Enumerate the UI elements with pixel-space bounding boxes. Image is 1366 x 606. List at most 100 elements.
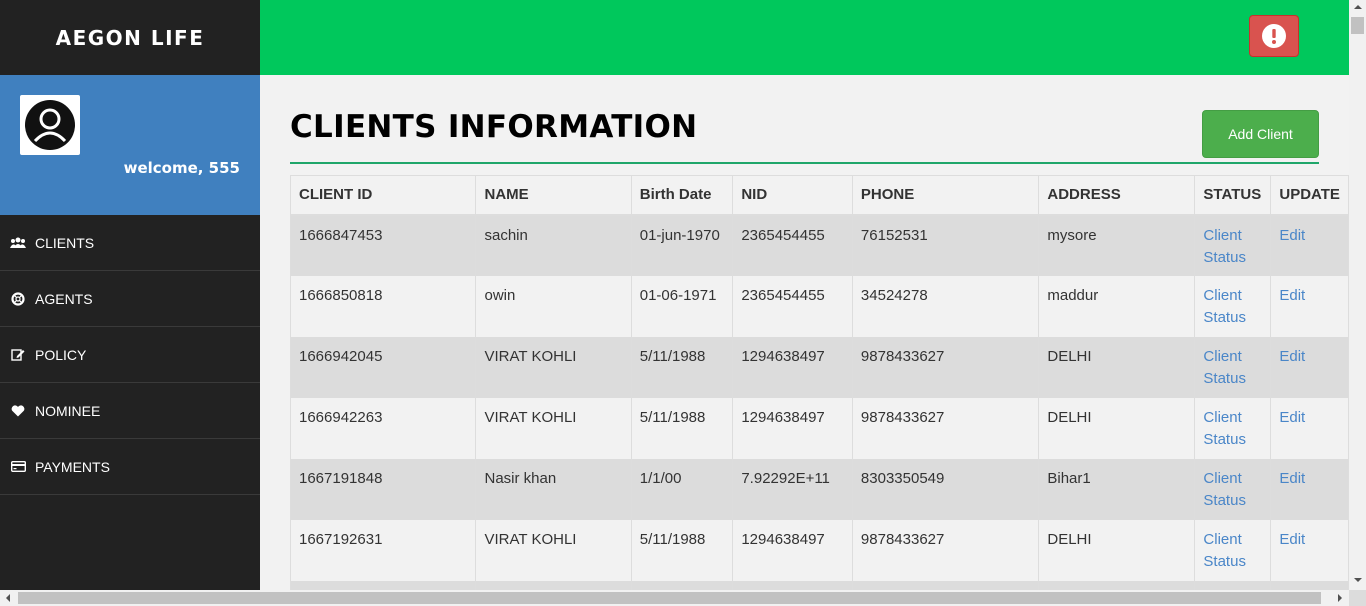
alert-button[interactable] bbox=[1249, 15, 1299, 57]
header-phone: PHONE bbox=[851, 175, 1040, 216]
heart-icon bbox=[10, 404, 26, 418]
edit-link[interactable]: Edit bbox=[1279, 348, 1305, 365]
sidebar-item-clients[interactable]: CLIENTS bbox=[0, 215, 260, 271]
header-birth-date: Birth Date bbox=[630, 175, 734, 216]
cell-name: sachin bbox=[475, 214, 632, 276]
cell-phone: 9878433627 bbox=[851, 336, 1040, 398]
cell-address: DELHI bbox=[1038, 336, 1196, 398]
cell-name: Nasir khan bbox=[475, 458, 632, 520]
client-status-link[interactable]: Client Status bbox=[1203, 470, 1246, 509]
cell-phone: 34524278 bbox=[851, 275, 1040, 337]
page-title: CLIENTS INFORMATION bbox=[290, 109, 698, 145]
table-row: 1667191848 Nasir khan 1/1/00 7.92292E+11… bbox=[289, 458, 1349, 520]
credit-card-icon bbox=[10, 460, 26, 474]
cell-name: VIRAT KOHLI bbox=[475, 336, 632, 398]
cell-phone: 9878433627 bbox=[851, 519, 1040, 581]
users-icon bbox=[10, 236, 26, 250]
header-update: UPDATE bbox=[1270, 175, 1349, 216]
user-avatar-icon bbox=[25, 100, 75, 150]
client-status-link[interactable]: Client Status bbox=[1203, 348, 1246, 387]
sidebar-item-policy[interactable]: POLICY bbox=[0, 327, 260, 383]
cell-address: DELHI bbox=[1038, 397, 1196, 459]
cell-client-id: 1666850818 bbox=[289, 275, 477, 337]
scroll-down-arrow-icon[interactable] bbox=[1354, 578, 1362, 582]
edit-link[interactable]: Edit bbox=[1279, 531, 1305, 548]
exclamation-circle-icon bbox=[1262, 24, 1286, 48]
header-nid: NID bbox=[732, 175, 853, 216]
scroll-up-arrow-icon[interactable] bbox=[1354, 5, 1362, 9]
cell-phone: 8303350549 bbox=[851, 458, 1040, 520]
table-header-row: CLIENT ID NAME Birth Date NID PHONE ADDR… bbox=[289, 175, 1349, 216]
edit-link[interactable]: Edit bbox=[1279, 470, 1305, 487]
cell-birth-date: 01-jun-1970 bbox=[630, 214, 734, 276]
header-status: STATUS bbox=[1194, 175, 1272, 216]
cell-birth-date: 5/11/1988 bbox=[630, 397, 734, 459]
cell-birth-date: 01-06-1971 bbox=[630, 275, 734, 337]
client-status-link[interactable]: Client Status bbox=[1203, 227, 1246, 266]
vertical-scroll-thumb[interactable] bbox=[1351, 17, 1364, 34]
sidebar-item-label: POLICY bbox=[35, 346, 87, 363]
edit-icon bbox=[10, 348, 26, 362]
cell-client-id: 1667192631 bbox=[289, 519, 477, 581]
table-row: 1666942263 VIRAT KOHLI 5/11/1988 1294638… bbox=[289, 397, 1349, 459]
edit-link[interactable]: Edit bbox=[1279, 409, 1305, 426]
clients-table: CLIENT ID NAME Birth Date NID PHONE ADDR… bbox=[289, 175, 1349, 590]
table-row: 1666847453 sachin 01-jun-1970 2365454455… bbox=[289, 214, 1349, 276]
cell-nid: 2365454455 bbox=[732, 275, 853, 337]
client-status-link[interactable]: Client Status bbox=[1203, 531, 1246, 570]
profile-panel: welcome, 555 bbox=[0, 75, 260, 215]
add-client-button[interactable]: Add Client bbox=[1202, 110, 1319, 158]
client-status-link[interactable]: Client Status bbox=[1203, 287, 1246, 326]
header-client-id: CLIENT ID bbox=[289, 175, 477, 216]
cell-address: mysore bbox=[1038, 214, 1196, 276]
table-row: 1667192631 VIRAT KOHLI 5/11/1988 1294638… bbox=[289, 519, 1349, 581]
brand-title[interactable]: AEGON LIFE bbox=[0, 0, 260, 75]
cell-nid: 2365454455 bbox=[732, 214, 853, 276]
cell-nid: 1294638497 bbox=[732, 397, 853, 459]
header-address: ADDRESS bbox=[1038, 175, 1196, 216]
edit-link[interactable]: Edit bbox=[1279, 227, 1305, 244]
edit-link[interactable]: Edit bbox=[1279, 287, 1305, 304]
table-row: 1666850818 owin 01-06-1971 2365454455 34… bbox=[289, 275, 1349, 337]
cell-client-id: 1667191848 bbox=[289, 458, 477, 520]
cell-name: VIRAT KOHLI bbox=[475, 397, 632, 459]
sidebar-item-label: PAYMENTS bbox=[35, 458, 110, 475]
sidebar-item-agents[interactable]: AGENTS bbox=[0, 271, 260, 327]
title-divider bbox=[290, 162, 1319, 164]
sidebar: AEGON LIFE welcome, 555 CLIENTS AGENTS P… bbox=[0, 0, 260, 590]
cell-nid: 1294638497 bbox=[732, 336, 853, 398]
cell-name: owin bbox=[475, 275, 632, 337]
client-status-link[interactable]: Client Status bbox=[1203, 409, 1246, 448]
sidebar-item-payments[interactable]: PAYMENTS bbox=[0, 439, 260, 495]
cell-client-id: 1666847453 bbox=[289, 214, 477, 276]
sidebar-item-label: CLIENTS bbox=[35, 234, 95, 251]
scroll-right-arrow-icon[interactable] bbox=[1338, 594, 1342, 602]
sidebar-item-label: AGENTS bbox=[35, 290, 93, 307]
sidebar-item-label: NOMINEE bbox=[35, 402, 101, 419]
cell-birth-date: 5/11/1988 bbox=[630, 336, 734, 398]
scroll-left-arrow-icon[interactable] bbox=[6, 594, 10, 602]
life-ring-icon bbox=[10, 291, 26, 306]
cell-nid: 1294638497 bbox=[732, 519, 853, 581]
cell-address: DELHI bbox=[1038, 519, 1196, 581]
vertical-scrollbar[interactable] bbox=[1349, 0, 1366, 590]
cell-phone: 76152531 bbox=[851, 214, 1040, 276]
header-name: NAME bbox=[475, 175, 632, 216]
avatar bbox=[20, 95, 80, 155]
table-row: 1666942045 VIRAT KOHLI 5/11/1988 1294638… bbox=[289, 336, 1349, 398]
horizontal-scroll-thumb[interactable] bbox=[18, 592, 1321, 604]
cell-name: VIRAT KOHLI bbox=[475, 519, 632, 581]
main-content: CLIENTS INFORMATION Add Client CLIENT ID… bbox=[260, 75, 1349, 590]
sidebar-item-nominee[interactable]: NOMINEE bbox=[0, 383, 260, 439]
cell-phone: 9878433627 bbox=[851, 397, 1040, 459]
horizontal-scrollbar[interactable] bbox=[0, 590, 1349, 606]
cell-birth-date: 1/1/00 bbox=[630, 458, 734, 520]
cell-address: Bihar1 bbox=[1038, 458, 1196, 520]
table-row-partial bbox=[289, 580, 1349, 590]
cell-client-id: 1666942045 bbox=[289, 336, 477, 398]
welcome-text: welcome, 555 bbox=[123, 159, 240, 177]
top-bar bbox=[260, 0, 1349, 75]
cell-birth-date: 5/11/1988 bbox=[630, 519, 734, 581]
cell-client-id: 1666942263 bbox=[289, 397, 477, 459]
scrollbar-corner bbox=[1349, 590, 1366, 606]
